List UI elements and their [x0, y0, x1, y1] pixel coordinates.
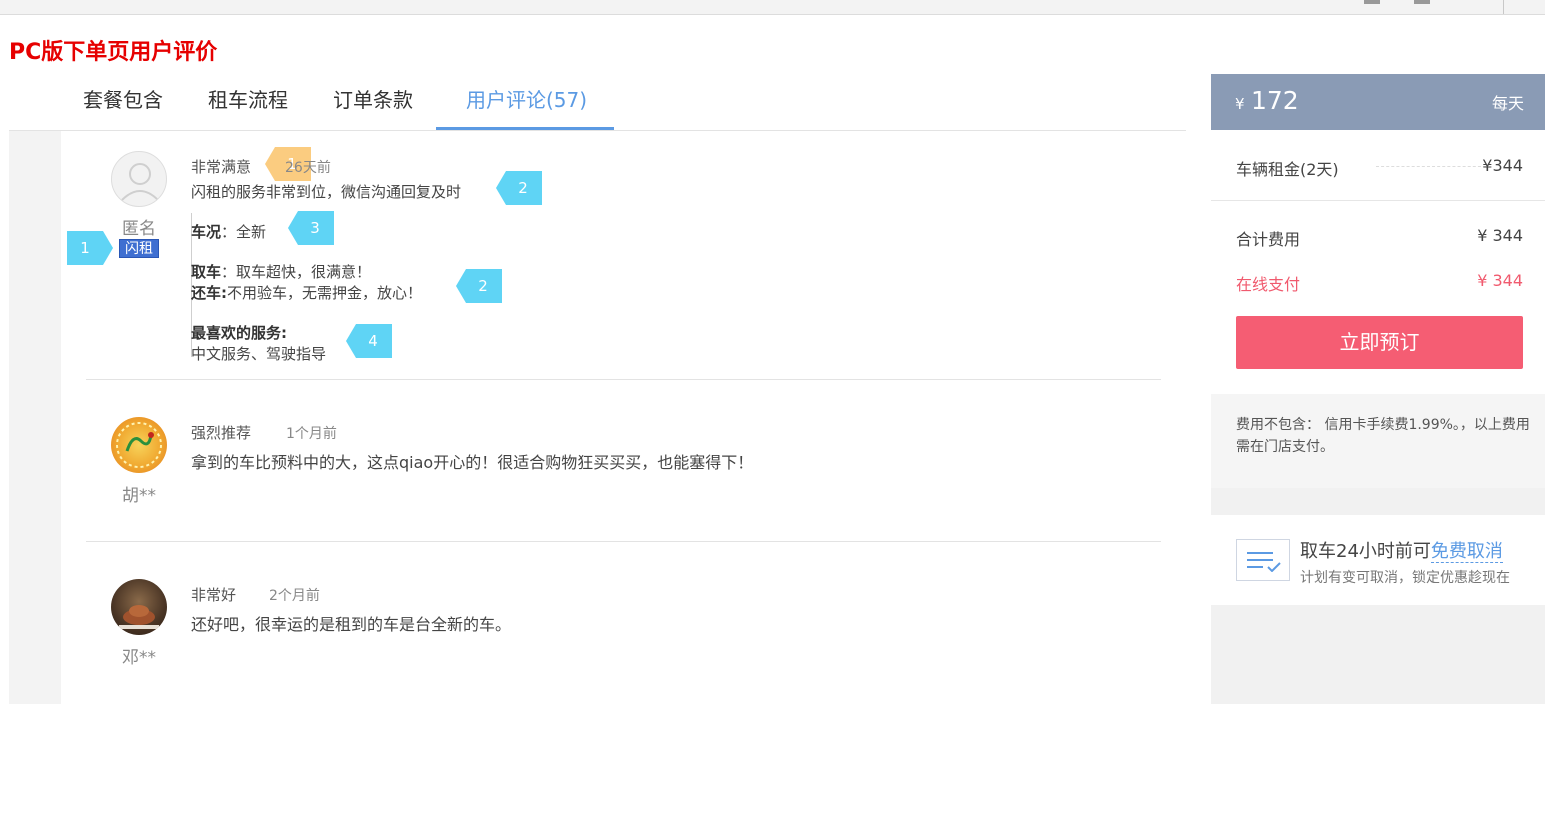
reviewer-name: 匿名: [122, 219, 156, 239]
tab-bar: 套餐包含 租车流程 订单条款 用户评论(57): [9, 74, 1186, 131]
online-pay-row: 在线支付 ¥ 344: [1236, 271, 1523, 295]
free-cancel-link[interactable]: 免费取消: [1430, 541, 1503, 563]
return-value: 不用验车，无需押金，放心！: [227, 284, 423, 302]
online-pay-label: 在线支付: [1236, 275, 1301, 294]
default-avatar-icon: [111, 151, 167, 207]
sidebar-gap: [1211, 488, 1545, 515]
review-fav-value: 中文服务、驾驶指导: [191, 345, 327, 363]
window-minimize-icon[interactable]: [1364, 0, 1380, 4]
reviews-panel: 匿名 闪租 1 非常满意 1 26天前 闪租的服务非常到位，微信沟通回复及时 2…: [61, 131, 1186, 704]
dragon-avatar-icon: [111, 417, 167, 473]
review-time: 2个月前: [269, 588, 320, 604]
dotted-leader: [1376, 166, 1486, 167]
fee-note-text: 费用不包含： 信用卡手续费1.99%。，以上费用需在门店支付。: [1236, 417, 1530, 455]
review-fav-label: 最喜欢的服务:: [191, 322, 287, 343]
price-header: ¥ 172 每天: [1211, 74, 1545, 130]
free-cancel-title: 取车24小时前可免费取消: [1300, 537, 1503, 563]
window-maximize-icon[interactable]: [1414, 0, 1430, 4]
condition-label: 车况: [191, 223, 222, 241]
review-time: 26天前: [285, 160, 331, 176]
fee-summary: 车辆租金(2天) ¥344 合计费用 ¥ 344 在线支付 ¥ 344 立即预订…: [1211, 130, 1545, 488]
page-title: PC版下单页用户评价: [9, 40, 218, 65]
price-currency: ¥: [1235, 95, 1245, 113]
review-time: 1个月前: [286, 426, 337, 442]
pickup-value: 取车超快，很满意！: [236, 263, 372, 281]
condition-value: 全新: [236, 223, 267, 241]
tab-reviews[interactable]: 用户评论(57): [466, 87, 587, 131]
browser-topbar: [0, 0, 1545, 15]
reviewer-name: 胡**: [122, 486, 156, 506]
tab-terms[interactable]: 订单条款: [333, 87, 413, 131]
topbar-separator: [1503, 0, 1504, 14]
shanzu-tag: 闪租: [119, 239, 159, 258]
free-cancel-subtitle: 计划有变可取消，锁定优惠趁现在: [1300, 570, 1510, 586]
fee-note-box: 费用不包含： 信用卡手续费1.99%。，以上费用需在门店支付。: [1211, 394, 1545, 488]
fee-divider: [1211, 200, 1545, 201]
pickup-label: 取车: [191, 263, 222, 281]
teapot-avatar-icon: [111, 579, 167, 635]
return-label: 还车:: [191, 284, 227, 302]
review-condition: 车况：全新: [191, 223, 267, 241]
total-fee-label: 合计费用: [1236, 230, 1301, 249]
rental-fee-label: 车辆租金(2天): [1236, 160, 1339, 179]
reviewer-name: 邓**: [122, 648, 156, 668]
total-fee-value: ¥ 344: [1477, 226, 1523, 245]
cancel-policy-icon: [1236, 539, 1290, 581]
review-divider: [86, 541, 1161, 542]
review-divider: [86, 379, 1161, 380]
fav-label: 最喜欢的服务:: [191, 324, 287, 342]
review-rating: 非常好: [191, 586, 237, 604]
annotation-marker: 3: [288, 211, 334, 245]
annotation-marker: 4: [346, 324, 392, 358]
free-cancel-box: 取车24小时前可免费取消 计划有变可取消，锁定优惠趁现在: [1211, 515, 1545, 605]
book-now-button[interactable]: 立即预订: [1236, 316, 1523, 369]
review-text: 还好吧，很幸运的是租到的车是台全新的车。: [191, 615, 512, 634]
review-return: 还车:不用验车，无需押金，放心！: [191, 282, 422, 303]
online-pay-value: ¥ 344: [1477, 271, 1523, 290]
rental-fee-value: ¥344: [1482, 156, 1523, 175]
review-rating: 非常满意: [191, 158, 252, 176]
review-text: 闪租的服务非常到位，微信沟通回复及时: [191, 183, 462, 201]
tab-package[interactable]: 套餐包含: [83, 87, 163, 131]
review-text: 拿到的车比预料中的大，这点qiao开心的！很适合购物狂买买买，也能塞得下！: [191, 453, 754, 472]
review-pickup: 取车：取车超快，很满意！: [191, 263, 372, 281]
annotation-marker: 2: [456, 269, 502, 303]
total-fee-row: 合计费用 ¥ 344: [1236, 226, 1523, 250]
cancel-title-prefix: 取车24小时前可: [1300, 541, 1431, 562]
tab-process[interactable]: 租车流程: [208, 87, 288, 131]
review-rating: 强烈推荐: [191, 424, 252, 442]
annotation-marker: 2: [496, 171, 542, 205]
sidebar-bottom-gap: [1211, 605, 1545, 704]
price-unit: 每天: [1491, 94, 1524, 113]
active-tab-indicator: [436, 127, 614, 130]
daily-price: 172: [1251, 86, 1299, 115]
rental-fee-row: 车辆租金(2天) ¥344: [1236, 156, 1523, 180]
